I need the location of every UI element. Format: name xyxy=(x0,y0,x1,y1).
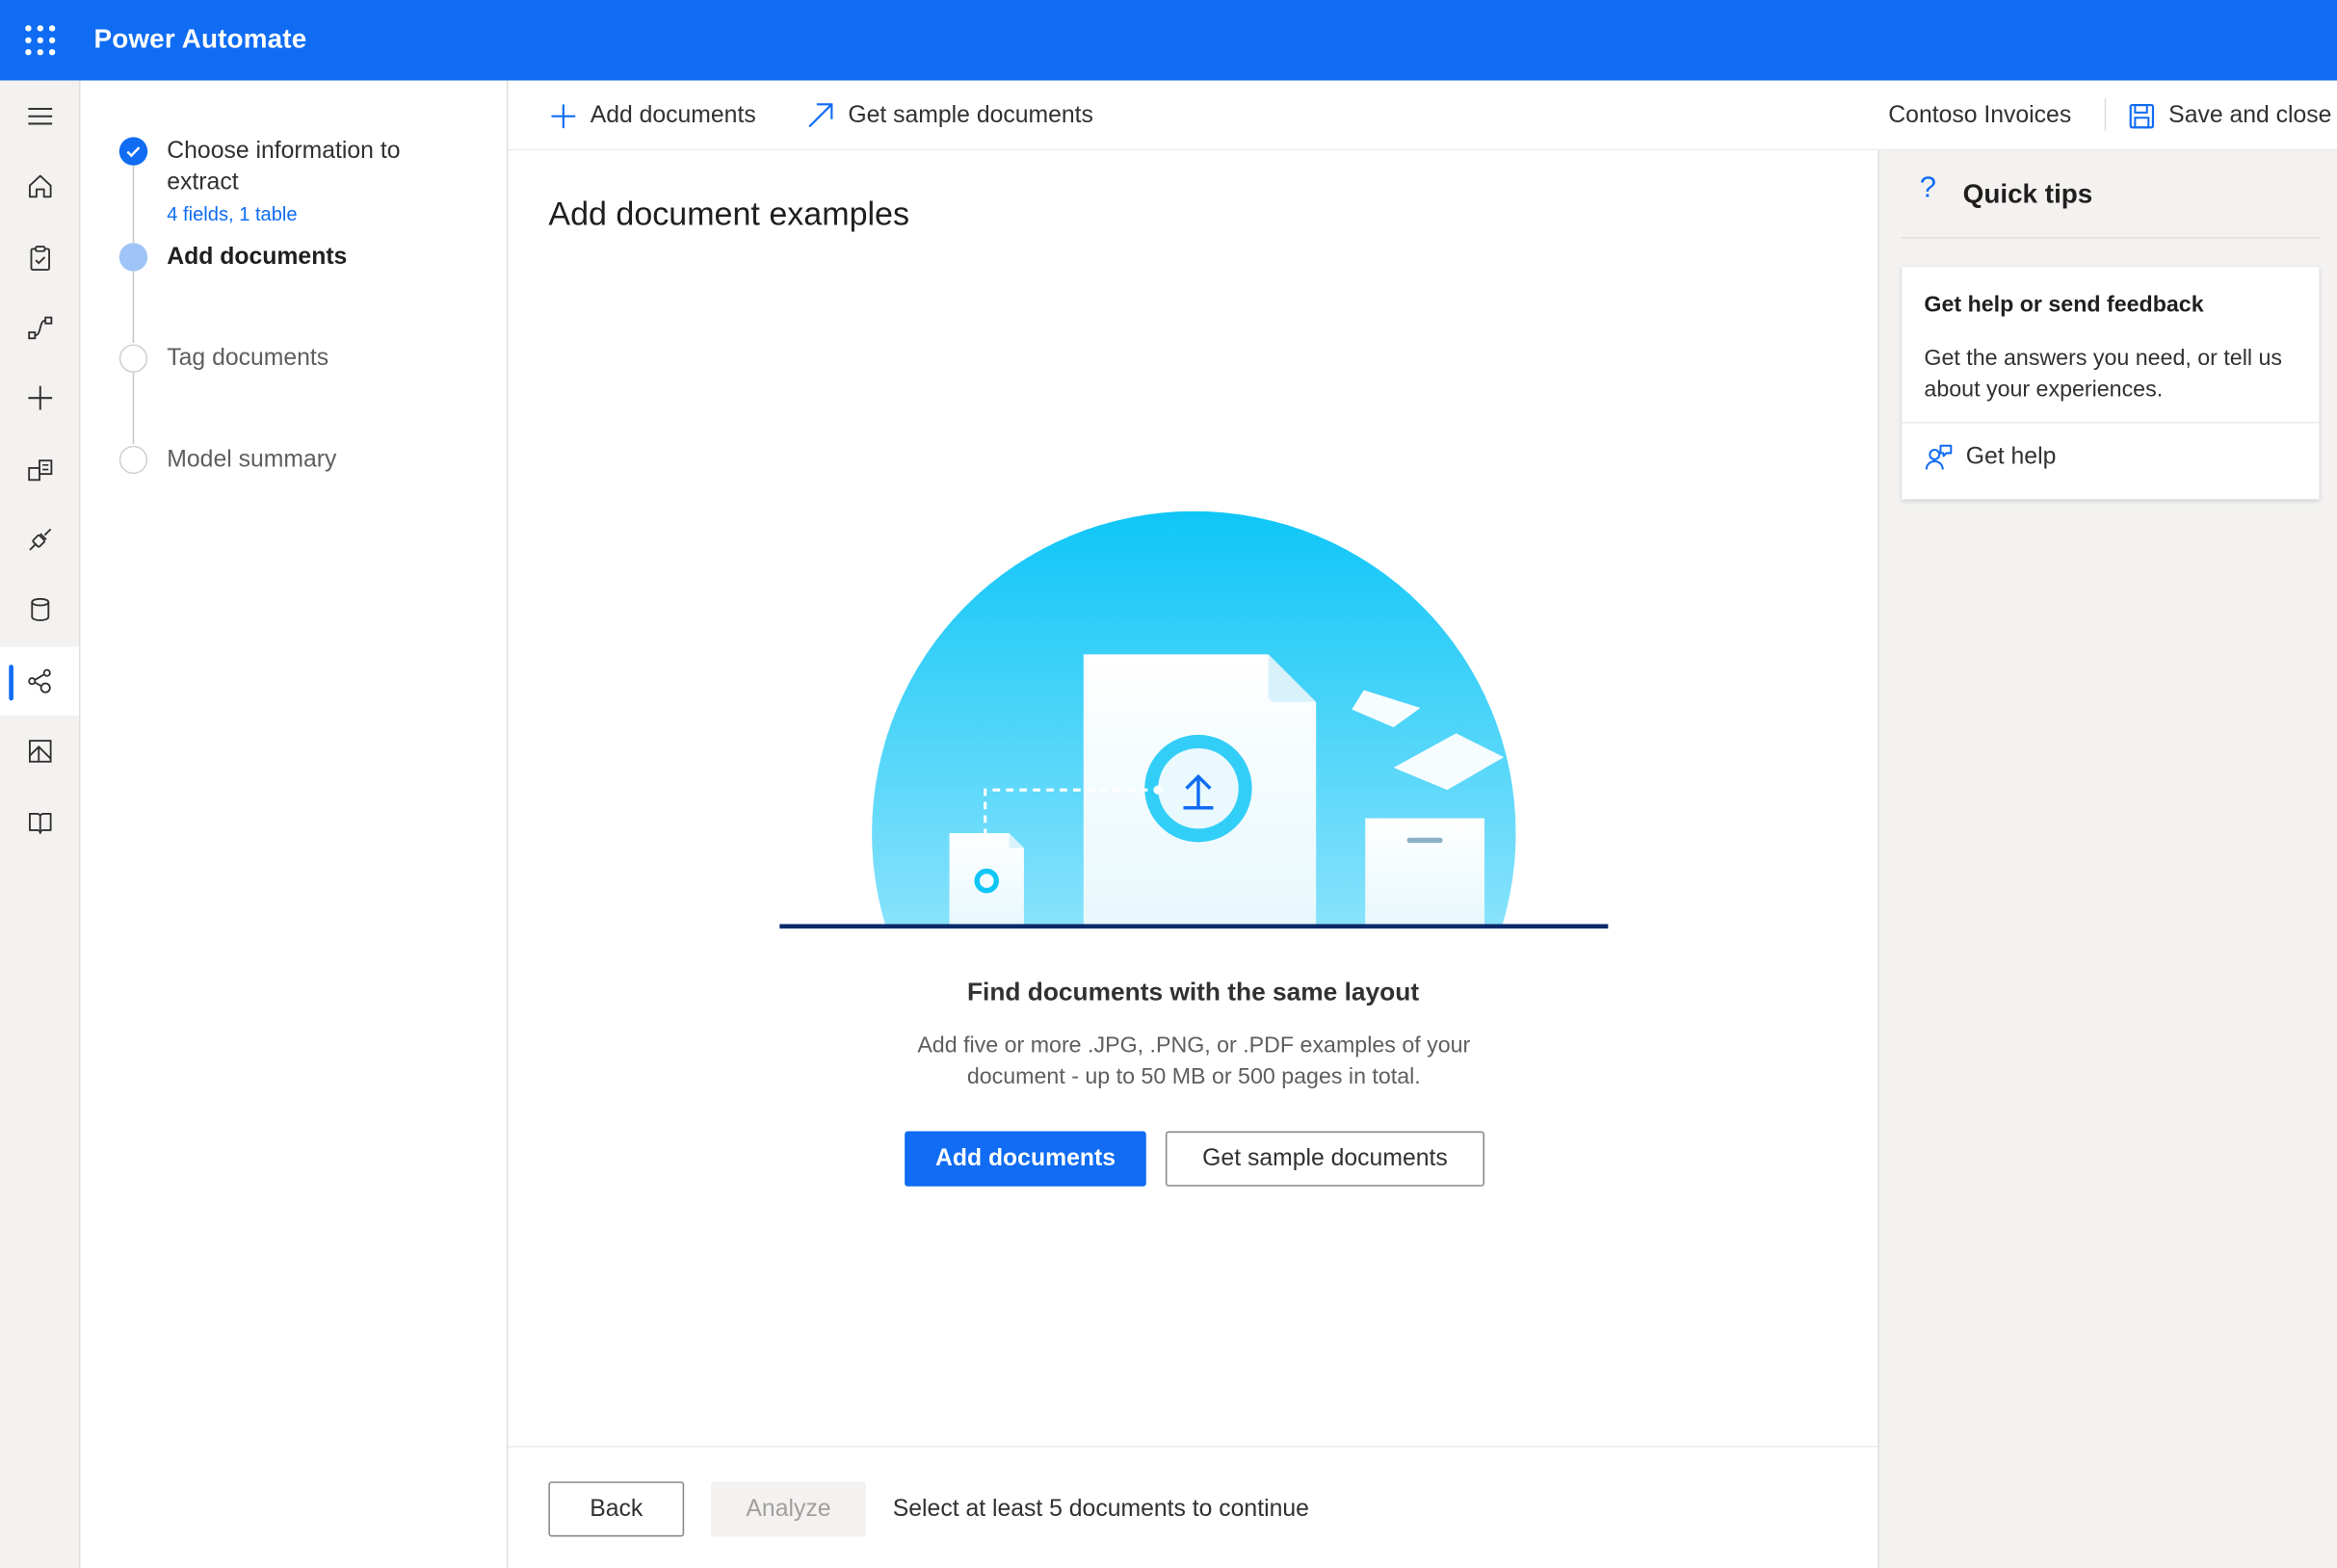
nav-process-mining[interactable] xyxy=(0,717,79,785)
clipboard-check-icon xyxy=(29,246,50,272)
back-button[interactable]: Back xyxy=(548,1481,685,1537)
save-and-close-label: Save and close xyxy=(2168,102,2332,128)
command-separator xyxy=(2104,98,2107,132)
open-link-arrow-icon xyxy=(808,103,833,128)
step-choose-information[interactable]: Choose information to extract xyxy=(167,136,464,198)
help-card-title: Get help or send feedback xyxy=(1924,292,2204,318)
nav-create[interactable] xyxy=(0,364,79,432)
nav-home[interactable] xyxy=(0,152,79,221)
step-complete-icon xyxy=(118,137,148,166)
get-help-link[interactable]: Get help xyxy=(1924,443,2056,473)
wizard-steps-panel: Choose information to extract 4 fields, … xyxy=(80,80,509,1568)
get-sample-documents-command[interactable]: Get sample documents xyxy=(806,81,1093,151)
templates-icon xyxy=(27,459,52,482)
help-feedback-card: Get help or send feedback Get the answer… xyxy=(1902,267,2320,500)
hamburger-icon xyxy=(27,107,52,125)
left-nav-rail xyxy=(0,80,81,1568)
step-model-summary: Model summary xyxy=(167,447,337,473)
nav-ai-models[interactable] xyxy=(0,646,80,716)
app-title[interactable]: Power Automate xyxy=(93,24,306,55)
step-connector xyxy=(132,271,135,343)
step-tag-documents: Tag documents xyxy=(167,346,329,372)
analyze-button[interactable]: Analyze xyxy=(711,1481,866,1537)
add-documents-button[interactable]: Add documents xyxy=(905,1131,1146,1187)
nav-menu-toggle[interactable] xyxy=(0,82,79,150)
app-launcher-icon[interactable] xyxy=(25,25,55,55)
card-divider xyxy=(1902,421,2320,424)
get-sample-documents-command-label: Get sample documents xyxy=(848,102,1093,128)
step-current-indicator xyxy=(118,243,148,272)
footer-status-message: Select at least 5 documents to continue xyxy=(892,1496,1309,1522)
data-icon xyxy=(30,597,49,621)
plus-icon xyxy=(27,385,52,410)
model-name: Contoso Invoices xyxy=(1888,102,2072,128)
quick-tips-panel: ? Quick tips Get help or send feedback G… xyxy=(1877,150,2337,1568)
step-connector xyxy=(132,372,135,445)
help-question-icon: ? xyxy=(1919,170,1937,205)
person-feedback-icon xyxy=(1925,444,1953,470)
save-and-close-command[interactable]: Save and close xyxy=(2128,81,2331,151)
command-bar: Add documents Get sample documents Conto… xyxy=(508,80,2337,151)
learn-book-icon xyxy=(28,813,51,834)
nav-action-items[interactable] xyxy=(0,223,79,292)
save-icon xyxy=(2129,103,2155,128)
quick-tips-title: Quick tips xyxy=(1962,178,2093,209)
nav-connectors[interactable] xyxy=(0,506,79,574)
top-bar: Power Automate xyxy=(0,0,2337,81)
nav-my-flows[interactable] xyxy=(0,294,79,362)
empty-state-description: Add five or more .JPG, .PNG, or .PDF exa… xyxy=(917,1032,1471,1090)
empty-state-title: Find documents with the same layout xyxy=(966,978,1420,1006)
help-card-description: Get the answers you need, or tell us abo… xyxy=(1924,346,2282,403)
home-icon xyxy=(28,174,51,198)
get-help-label: Get help xyxy=(1965,444,2057,470)
main-content: Add document examples Find documents wit… xyxy=(508,150,1878,1568)
nav-data[interactable] xyxy=(0,575,79,643)
flows-icon xyxy=(27,316,52,340)
upload-documents-illustration xyxy=(779,510,1609,929)
add-documents-command-label: Add documents xyxy=(590,102,756,128)
nav-learn[interactable] xyxy=(0,789,79,857)
step-pending-indicator xyxy=(118,344,148,373)
add-documents-command[interactable]: Add documents xyxy=(550,81,756,151)
process-mining-icon xyxy=(28,740,51,763)
plus-icon xyxy=(551,103,576,128)
page-title: Add document examples xyxy=(548,195,910,233)
step-pending-indicator xyxy=(118,445,148,475)
get-sample-documents-button[interactable]: Get sample documents xyxy=(1165,1131,1485,1187)
wizard-footer: Back Analyze Select at least 5 documents… xyxy=(508,1446,1878,1568)
step-add-documents[interactable]: Add documents xyxy=(167,242,464,273)
step-choose-information-summary-link[interactable]: 4 fields, 1 table xyxy=(167,202,297,224)
quick-tips-header: ? Quick tips xyxy=(1902,150,2320,239)
ai-models-icon xyxy=(27,668,50,693)
nav-templates[interactable] xyxy=(0,435,79,504)
step-connector xyxy=(132,165,135,244)
connectors-icon xyxy=(28,528,51,551)
